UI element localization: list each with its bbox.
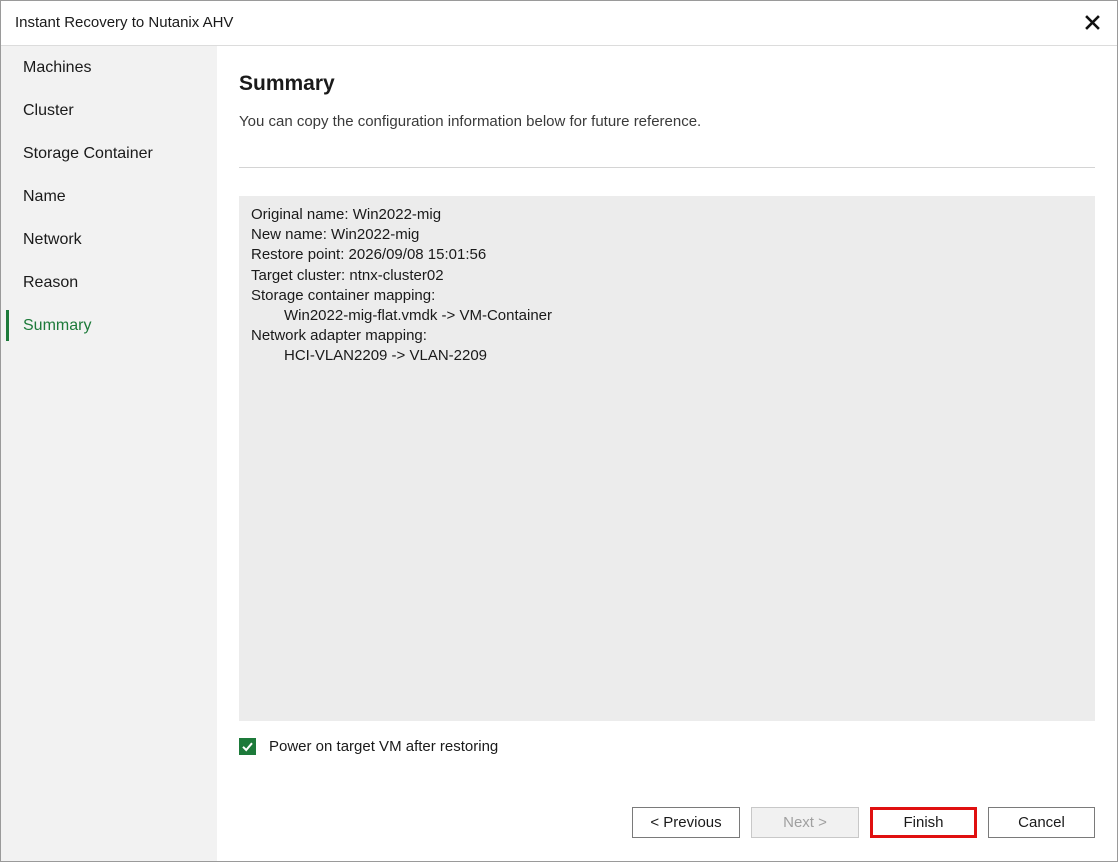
summary-line: Original name: Win2022-mig [251,206,442,223]
summary-line: Target cluster: ntnx-cluster02 [251,266,444,284]
active-step-indicator [6,310,9,341]
power-on-checkbox[interactable] [239,738,256,755]
summary-line: New name: Win2022-mig [251,226,420,244]
wizard-steps-sidebar: Machines Cluster Storage Container Name … [1,46,217,861]
wizard-window: Instant Recovery to Nutanix AHV Machines… [0,0,1118,862]
sidebar-item-network[interactable]: Network [1,218,217,261]
checkmark-icon [242,742,253,752]
sidebar-item-storage-container[interactable]: Storage Container [1,132,217,175]
page-title: Summary [239,72,335,95]
sidebar-item-label: Storage Container [23,145,153,162]
sidebar-item-name[interactable]: Name [1,175,217,218]
page-subtitle: You can copy the configuration informati… [239,113,702,130]
finish-button[interactable]: Finish [870,807,977,838]
sidebar-item-label: Network [23,231,82,248]
power-on-checkbox-label[interactable]: Power on target VM after restoring [269,738,498,755]
header-divider [239,167,1095,168]
sidebar-item-summary[interactable]: Summary [1,304,217,347]
next-button[interactable]: Next > [751,807,859,838]
summary-line: Storage container mapping: [251,286,436,304]
summary-line: Network adapter mapping: [251,327,427,345]
close-icon [1084,14,1100,30]
cancel-button[interactable]: Cancel [988,807,1095,838]
sidebar-item-cluster[interactable]: Cluster [1,89,217,132]
sidebar-item-label: Cluster [23,102,74,119]
sidebar-item-label: Summary [23,317,92,334]
close-button[interactable] [1079,9,1105,35]
previous-button[interactable]: < Previous [632,807,740,838]
sidebar-item-label: Name [23,188,66,205]
summary-line: Restore point: 2026/09/08 15:01:56 [251,246,487,264]
summary-text-area[interactable]: Original name: Win2022-mig New name: Win… [239,196,1095,721]
summary-line: HCI-VLAN2209 -> VLAN-2209 [284,347,488,365]
sidebar-item-label: Machines [23,59,92,76]
summary-line: Win2022-mig-flat.vmdk -> VM-Container [284,307,553,325]
window-title: Instant Recovery to Nutanix AHV [15,14,234,31]
sidebar-item-reason[interactable]: Reason [1,261,217,304]
title-bar: Instant Recovery to Nutanix AHV [1,1,1117,46]
sidebar-item-machines[interactable]: Machines [1,46,217,89]
power-on-checkbox-row[interactable]: Power on target VM after restoring [239,738,498,755]
main-content: Summary You can copy the configuration i… [217,46,1117,861]
sidebar-item-label: Reason [23,274,79,291]
